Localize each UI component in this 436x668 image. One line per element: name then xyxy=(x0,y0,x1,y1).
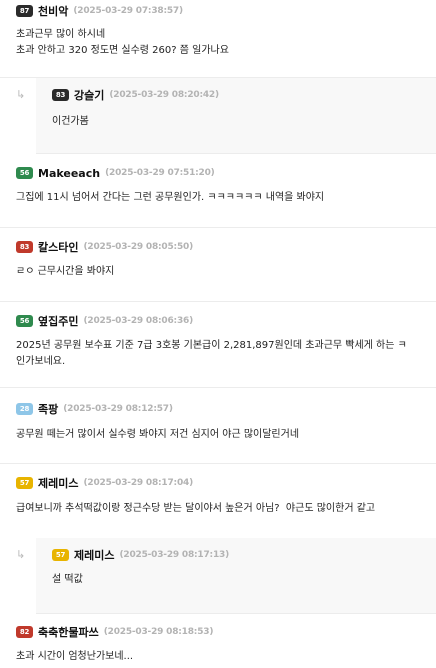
level-badge-icon: 28 xyxy=(16,403,33,415)
comment-header: 57 제레미스 (2025-03-29 08:17:13) xyxy=(52,548,229,562)
comment-date: (2025-03-29 08:18:53) xyxy=(103,627,214,637)
comment-body: 초과 시간이 엄청난가보네... xyxy=(16,651,134,662)
comment-body: 설 떡값 xyxy=(52,574,83,585)
reply-box: 57 제레미스 (2025-03-29 08:17:13) 설 떡값 xyxy=(36,538,436,614)
comment-body: 그집에 11시 넘어서 간다는 그런 공무원인가. ㅋㅋㅋㅋㅋㅋ 내역을 봐야지 xyxy=(16,192,325,203)
reply-arrow-icon: ↳ xyxy=(16,548,26,561)
comment-body: 공무원 떼는거 많이서 실수령 봐야지 저건 심지어 야근 많이달린거네 xyxy=(16,429,300,440)
comment-date: (2025-03-29 07:38:57) xyxy=(73,6,183,16)
comment-date: (2025-03-29 07:51:20) xyxy=(105,168,215,178)
comment-body: 급여보니까 추석떡값이랑 정근수당 받는 달이야서 높은거 아님? 야근도 많이… xyxy=(16,503,376,514)
level-badge-icon: 82 xyxy=(16,626,33,638)
level-badge-icon: 56 xyxy=(16,167,33,179)
comment-date: (2025-03-29 08:12:57) xyxy=(63,404,173,414)
reply-item: ↳ 83 강슬기 (2025-03-29 08:20:42) 이건가봄 xyxy=(0,78,436,154)
author-name[interactable]: 제레미스 xyxy=(74,547,114,563)
comment-date: (2025-03-29 08:17:13) xyxy=(119,550,229,560)
comment-item: 83 칼스타인 (2025-03-29 08:05:50) ㄹㅇ 근무시간을 봐… xyxy=(0,228,436,302)
comment-item: 56 옆집주민 (2025-03-29 08:06:36) 2025년 공무원 … xyxy=(0,302,436,388)
comment-body: ㄹㅇ 근무시간을 봐야지 xyxy=(16,266,115,277)
comment-item: 56 Makeeach (2025-03-29 07:51:20) 그집에 11… xyxy=(0,154,436,228)
level-badge-icon: 83 xyxy=(16,241,33,253)
comment-date: (2025-03-29 08:06:36) xyxy=(83,316,193,326)
comment-header: 82 축축한물파쓰 (2025-03-29 08:18:53) xyxy=(16,625,213,639)
comment-list: 87 천비악 (2025-03-29 07:38:57) 초과근무 많이 하시네… xyxy=(0,0,436,668)
comment-body: 2025년 공무원 보수표 기준 7급 3호봉 기본급이 2,281,897원인… xyxy=(16,340,407,367)
comment-item: 28 족팡 (2025-03-29 08:12:57) 공무원 떼는거 많이서 … xyxy=(0,388,436,464)
author-name[interactable]: 천비악 xyxy=(38,3,68,19)
comment-header: 87 천비악 (2025-03-29 07:38:57) xyxy=(16,4,183,18)
reply-box: 83 강슬기 (2025-03-29 08:20:42) 이건가봄 xyxy=(36,78,436,154)
author-name[interactable]: 옆집주민 xyxy=(38,313,78,329)
comment-date: (2025-03-29 08:17:04) xyxy=(83,478,193,488)
author-name[interactable]: 족팡 xyxy=(38,401,58,417)
level-badge-icon: 87 xyxy=(16,5,33,17)
author-name[interactable]: 칼스타인 xyxy=(38,239,78,255)
comment-body: 이건가봄 xyxy=(52,116,89,127)
comment-item: 57 제레미스 (2025-03-29 08:17:04) 급여보니까 추석떡값… xyxy=(0,464,436,538)
comment-item: 87 천비악 (2025-03-29 07:38:57) 초과근무 많이 하시네… xyxy=(0,0,436,78)
level-badge-icon: 56 xyxy=(16,315,33,327)
comment-date: (2025-03-29 08:05:50) xyxy=(83,242,193,252)
reply-item: ↳ 57 제레미스 (2025-03-29 08:17:13) 설 떡값 xyxy=(0,538,436,614)
comment-header: 83 강슬기 (2025-03-29 08:20:42) xyxy=(52,88,219,102)
comment-header: 56 Makeeach (2025-03-29 07:51:20) xyxy=(16,166,215,180)
author-name[interactable]: Makeeach xyxy=(38,167,100,180)
comment-item: 82 축축한물파쓰 (2025-03-29 08:18:53) 초과 시간이 엄… xyxy=(0,614,436,668)
comment-header: 28 족팡 (2025-03-29 08:12:57) xyxy=(16,402,173,416)
comment-header: 56 옆집주민 (2025-03-29 08:06:36) xyxy=(16,314,193,328)
author-name[interactable]: 축축한물파쓰 xyxy=(38,624,99,640)
level-badge-icon: 57 xyxy=(16,477,33,489)
level-badge-icon: 57 xyxy=(52,549,69,561)
comment-header: 57 제레미스 (2025-03-29 08:17:04) xyxy=(16,476,193,490)
comment-body: 초과근무 많이 하시네 초과 안하고 320 정도면 실수령 260? 쯤 일가… xyxy=(16,29,229,56)
reply-arrow-icon: ↳ xyxy=(16,88,26,101)
author-name[interactable]: 강슬기 xyxy=(74,87,104,103)
comment-date: (2025-03-29 08:20:42) xyxy=(109,90,219,100)
comment-header: 83 칼스타인 (2025-03-29 08:05:50) xyxy=(16,240,193,254)
author-name[interactable]: 제레미스 xyxy=(38,475,78,491)
level-badge-icon: 83 xyxy=(52,89,69,101)
